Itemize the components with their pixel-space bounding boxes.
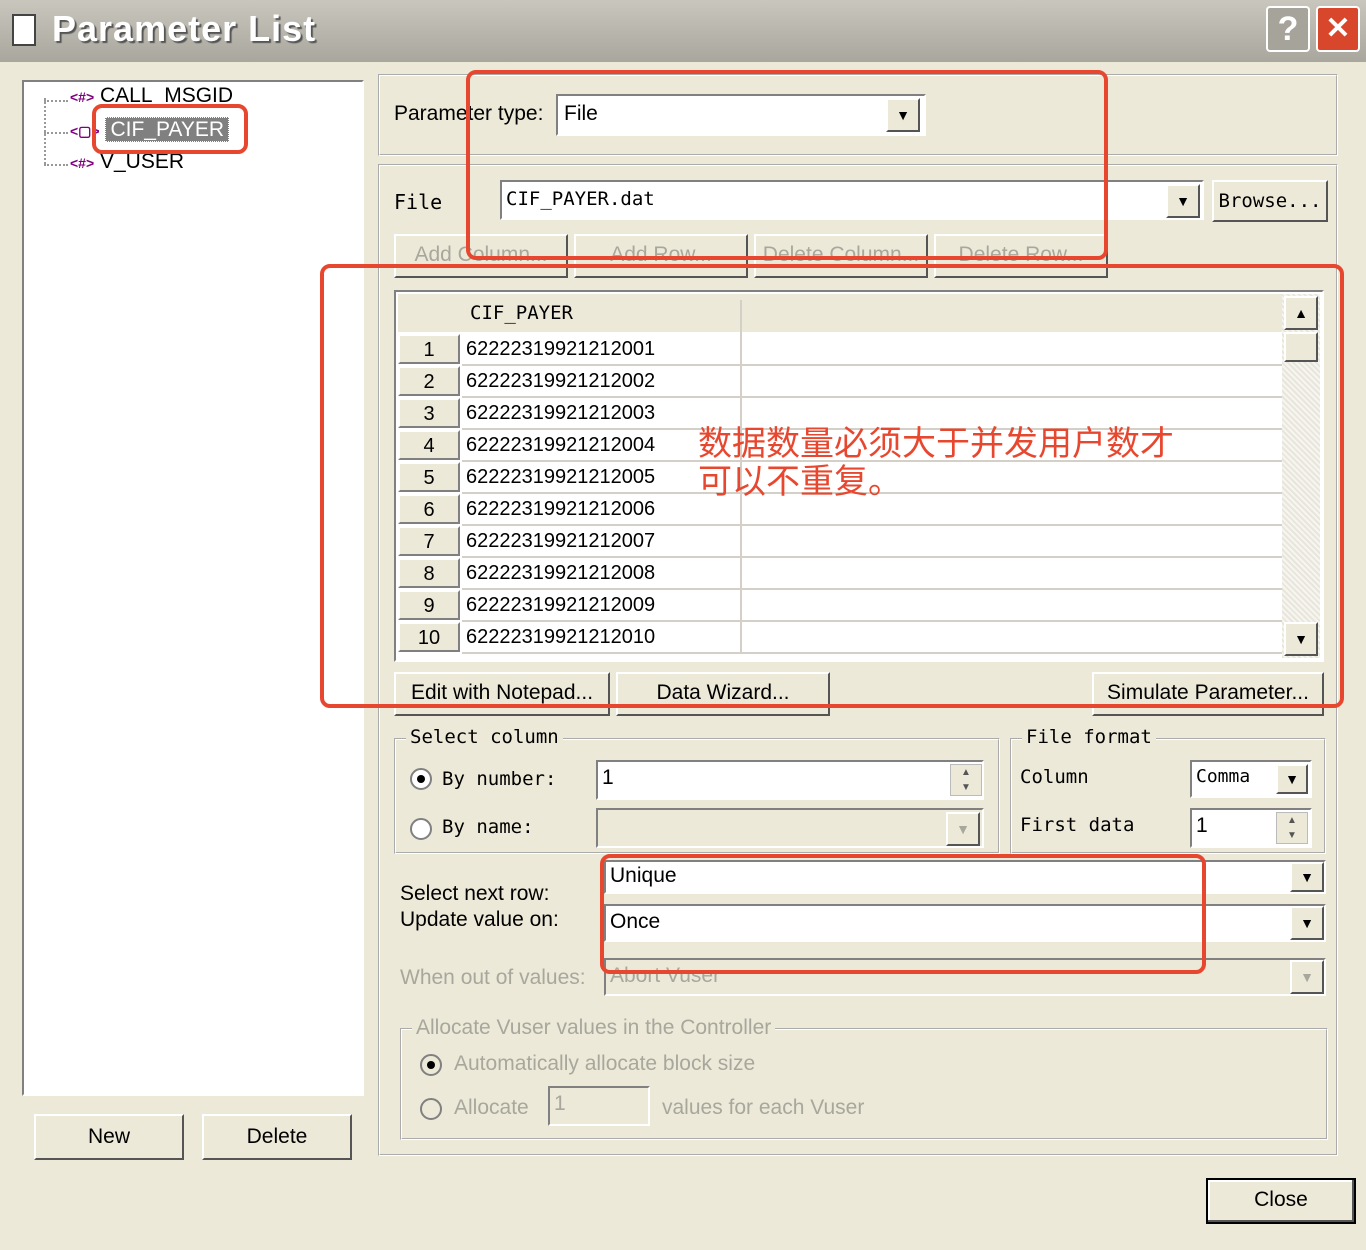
document-icon <box>12 14 36 46</box>
by-number-radio[interactable] <box>410 768 432 790</box>
file-label: File <box>394 190 443 214</box>
chevron-down-icon[interactable]: ▼ <box>946 812 980 846</box>
update-value-label: Update value on: <box>400 908 559 931</box>
spinner-icon[interactable]: ▲ ▼ <box>950 764 982 796</box>
chevron-down-icon[interactable]: ▼ <box>1166 184 1200 218</box>
highlight-tree-item <box>92 104 248 154</box>
select-column-title: Select column <box>406 726 563 748</box>
allocate-value: 1 <box>554 1092 566 1115</box>
by-number-value: 1 <box>602 766 614 789</box>
window-title: Parameter List <box>52 8 317 49</box>
by-name-select[interactable] <box>596 808 984 848</box>
allocate-title: Allocate Vuser values in the Controller <box>412 1016 776 1040</box>
delete-button[interactable]: Delete <box>202 1114 352 1160</box>
tree-connector <box>44 100 68 102</box>
tree-connector <box>44 132 68 134</box>
by-number-label: By number: <box>442 768 557 790</box>
tree-connector <box>44 164 68 166</box>
number-param-icon: <#> <box>70 155 95 171</box>
close-button[interactable]: Close <box>1206 1178 1356 1224</box>
column-format-value: Comma <box>1196 766 1251 787</box>
auto-allocate-label: Automatically allocate block size <box>454 1052 756 1075</box>
chevron-down-icon[interactable]: ▼ <box>1290 960 1324 994</box>
select-next-row-label: Select next row: <box>400 882 550 905</box>
out-of-values-label: When out of values: <box>400 966 586 989</box>
tree-connector <box>44 98 46 164</box>
help-button[interactable]: ? <box>1266 6 1310 52</box>
parameter-tree[interactable] <box>22 80 364 1096</box>
highlight-next-row <box>600 854 1206 974</box>
annotation-line-2: 可以不重复。 <box>698 463 902 501</box>
allocate-group <box>400 1028 1328 1140</box>
chevron-down-icon[interactable]: ▼ <box>1290 862 1324 892</box>
column-format-label: Column <box>1020 766 1089 788</box>
by-name-label: By name: <box>442 816 534 838</box>
annotation-line-1: 数据数量必须大于并发用户数才 <box>698 425 1174 463</box>
by-name-radio[interactable] <box>410 818 432 840</box>
file-format-title: File format <box>1022 726 1156 748</box>
browse-button[interactable]: Browse... <box>1212 180 1328 222</box>
number-param-icon: <#> <box>70 89 95 105</box>
chevron-down-icon[interactable]: ▼ <box>1276 764 1308 794</box>
allocate-radio[interactable] <box>420 1098 442 1120</box>
by-number-input[interactable] <box>596 760 984 800</box>
spinner-icon[interactable]: ▲ ▼ <box>1276 812 1308 844</box>
close-window-button[interactable]: ✕ <box>1316 6 1360 52</box>
new-button[interactable]: New <box>34 1114 184 1160</box>
allocate-label: Allocate <box>454 1096 529 1119</box>
allocate-suffix-label: values for each Vuser <box>662 1096 865 1119</box>
highlight-parameter-type <box>466 70 1108 260</box>
first-data-value: 1 <box>1196 814 1208 837</box>
chevron-down-icon[interactable]: ▼ <box>1290 906 1324 940</box>
first-data-label: First data <box>1020 814 1135 836</box>
auto-allocate-radio[interactable] <box>420 1054 442 1076</box>
